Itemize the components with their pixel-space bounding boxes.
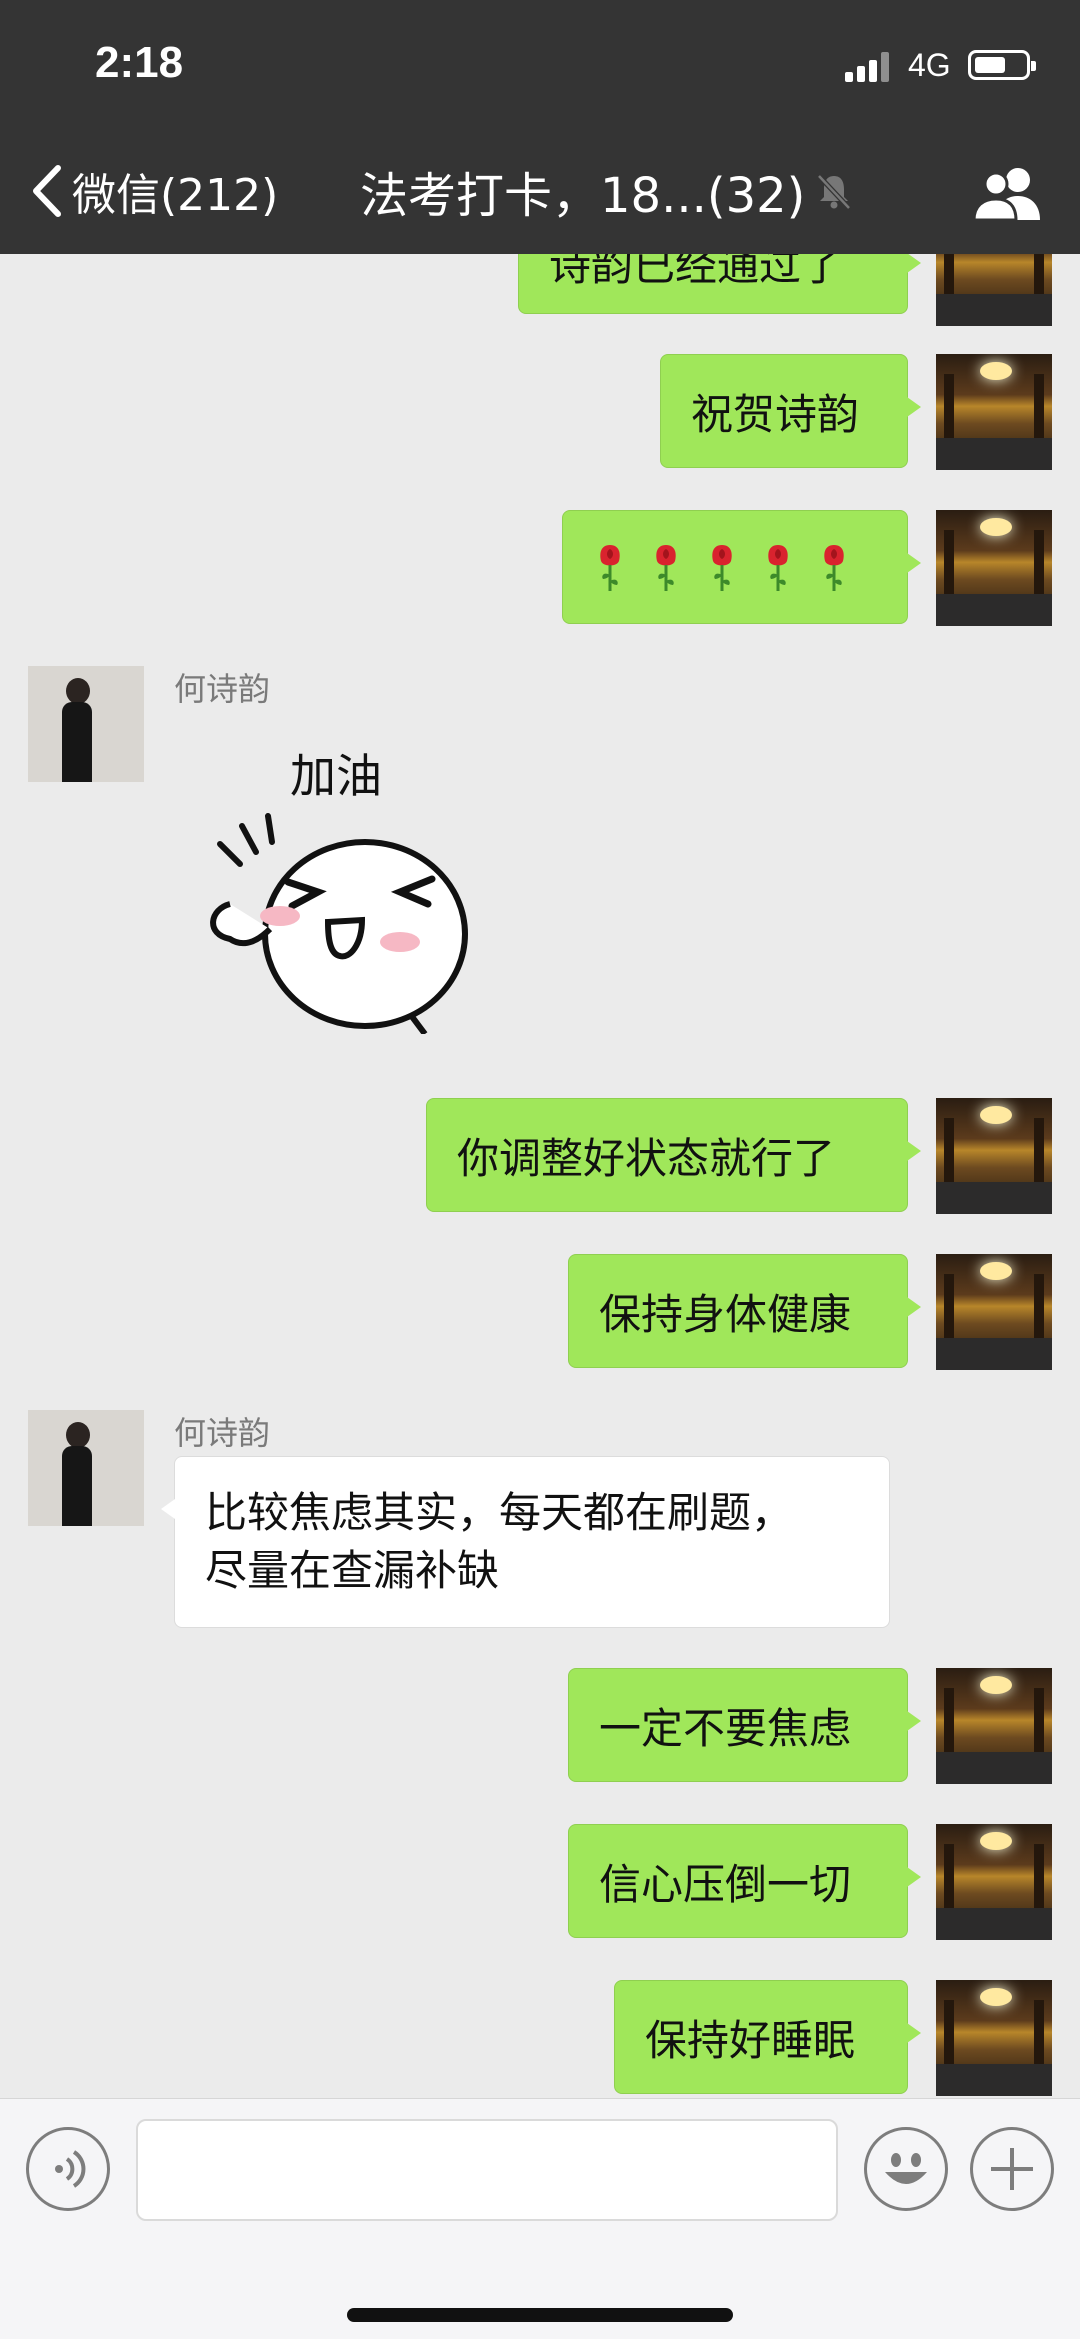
status-time: 2:18 [95, 38, 184, 87]
sender-name: 何诗韵 [174, 1414, 271, 1452]
group-members-icon[interactable] [972, 164, 1044, 222]
my-avatar[interactable] [936, 1668, 1052, 1784]
my-avatar[interactable] [936, 254, 1052, 326]
plus-icon [991, 2148, 1033, 2190]
sender-name: 何诗韵 [174, 670, 271, 708]
input-bar [0, 2098, 1080, 2238]
my-avatar[interactable] [936, 1098, 1052, 1214]
nav-bar: 微信(212) 法考打卡，18...(32) [0, 130, 1080, 254]
signal-icon [845, 52, 893, 82]
message-bubble[interactable]: 保持身体健康 [568, 1254, 921, 1368]
emoji-face-icon [885, 2153, 927, 2184]
home-area [0, 2238, 1080, 2339]
contact-avatar[interactable] [28, 1410, 144, 1526]
message-bubble[interactable]: 诗韵已经通过了 [518, 254, 921, 314]
voice-button[interactable] [26, 2127, 110, 2211]
status-bar: 2:18 4G [0, 0, 1080, 130]
mute-icon [817, 174, 852, 210]
rose-emoji-row [593, 541, 851, 593]
emoji-button[interactable] [864, 2127, 948, 2211]
message-bubble[interactable]: 一定不要焦虑 [568, 1668, 921, 1782]
rose-icon [712, 545, 732, 591]
sticker-text: 加油 [290, 749, 382, 803]
my-avatar[interactable] [936, 1980, 1052, 2096]
message-bubble[interactable]: 你调整好状态就行了 [426, 1098, 921, 1212]
message-bubble-roses[interactable] [562, 510, 921, 624]
my-avatar[interactable] [936, 1254, 1052, 1370]
my-avatar[interactable] [936, 510, 1052, 626]
rose-icon [824, 545, 844, 591]
message-bubble[interactable]: 祝贺诗韵 [660, 354, 921, 468]
my-avatar[interactable] [936, 1824, 1052, 1940]
more-button[interactable] [970, 2127, 1054, 2211]
battery-icon [968, 50, 1036, 80]
message-bubble[interactable]: 保持好睡眠 [614, 1980, 921, 2094]
home-indicator[interactable] [347, 2308, 733, 2322]
network-label: 4G [908, 47, 951, 83]
message-bubble[interactable]: 比较焦虑其实，每天都在刷题， 尽量在查漏补缺 [161, 1456, 890, 1628]
chat-area[interactable]: 诗韵已经通过了 祝贺诗韵 何诗韵 加油 你调整好状态就行了 保持身体健康 何诗韵… [0, 254, 1080, 2098]
contact-avatar[interactable] [28, 666, 144, 782]
message-input[interactable] [136, 2119, 838, 2221]
chat-title-text: 法考打卡，18...(32) [360, 168, 806, 224]
message-bubble[interactable]: 信心压倒一切 [568, 1824, 921, 1938]
voice-icon [55, 2150, 86, 2188]
rose-icon [768, 545, 788, 591]
chevron-left-icon [33, 165, 61, 217]
back-label: 微信(212) [72, 170, 279, 221]
rose-icon [600, 545, 620, 591]
sticker-face-icon: 加油 [210, 749, 468, 1036]
back-button[interactable]: 微信(212) [28, 160, 278, 222]
sticker-jiayou[interactable]: 加油 [200, 734, 500, 1036]
my-avatar[interactable] [936, 354, 1052, 470]
rose-icon [656, 545, 676, 591]
chat-title: 法考打卡，18...(32) [360, 160, 855, 224]
